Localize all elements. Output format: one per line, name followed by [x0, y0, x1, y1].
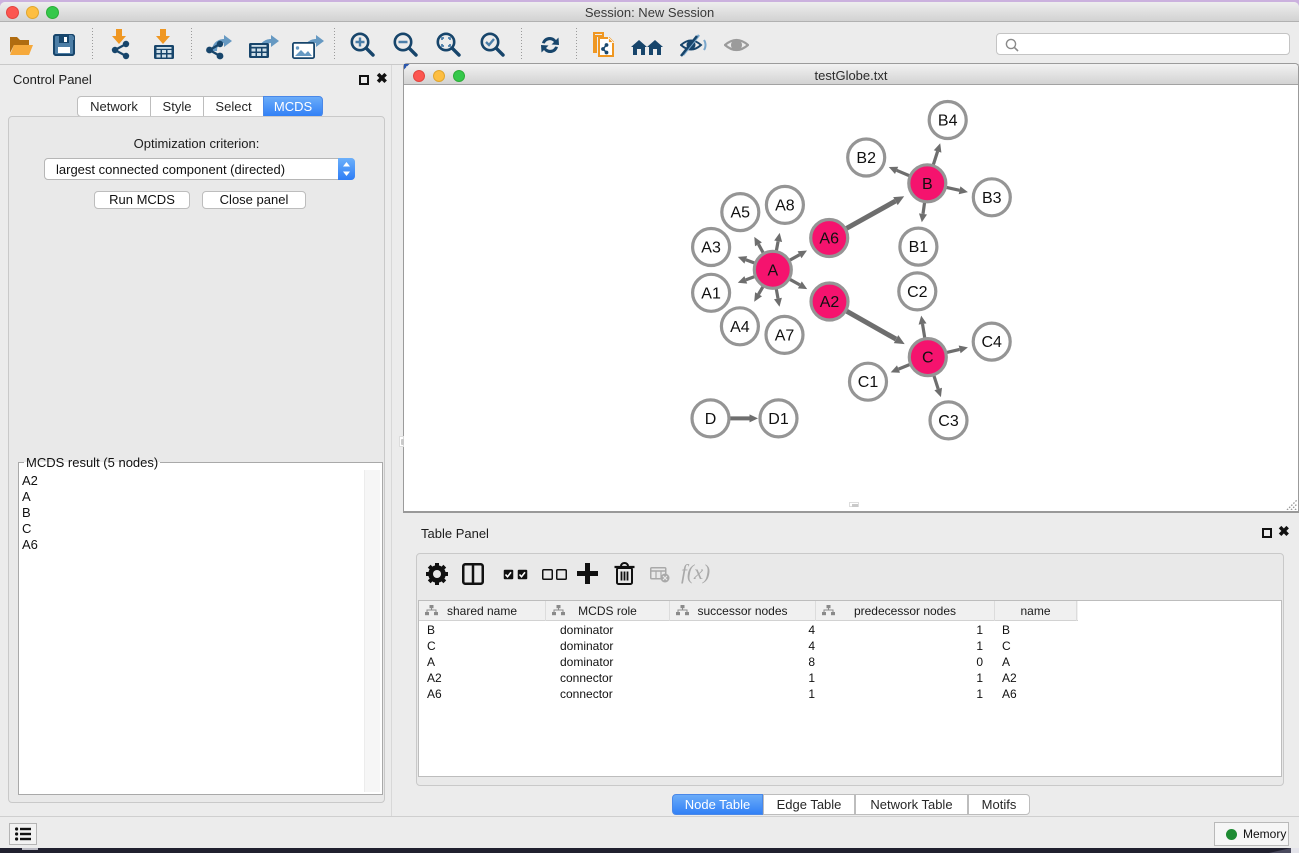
- svg-text:B4: B4: [938, 113, 958, 130]
- svg-text:C1: C1: [858, 374, 879, 391]
- svg-text:C: C: [922, 350, 934, 367]
- svg-text:C4: C4: [981, 334, 1002, 351]
- svg-text:B3: B3: [982, 190, 1002, 207]
- svg-text:A2: A2: [820, 294, 840, 311]
- svg-text:A7: A7: [775, 327, 795, 344]
- svg-text:A5: A5: [731, 205, 751, 222]
- svg-text:B: B: [922, 176, 933, 193]
- svg-text:D1: D1: [768, 411, 789, 428]
- svg-text:A: A: [767, 262, 778, 279]
- svg-text:D: D: [705, 411, 717, 428]
- svg-text:A3: A3: [701, 240, 721, 257]
- svg-text:A8: A8: [775, 197, 795, 214]
- svg-text:B2: B2: [856, 150, 876, 167]
- svg-text:A1: A1: [701, 285, 721, 302]
- svg-text:C3: C3: [938, 413, 959, 430]
- svg-text:A4: A4: [730, 319, 750, 336]
- svg-text:A6: A6: [819, 231, 839, 248]
- svg-text:B1: B1: [909, 239, 929, 256]
- svg-text:C2: C2: [907, 284, 928, 301]
- svg-text:f(x): f(x): [681, 563, 710, 584]
